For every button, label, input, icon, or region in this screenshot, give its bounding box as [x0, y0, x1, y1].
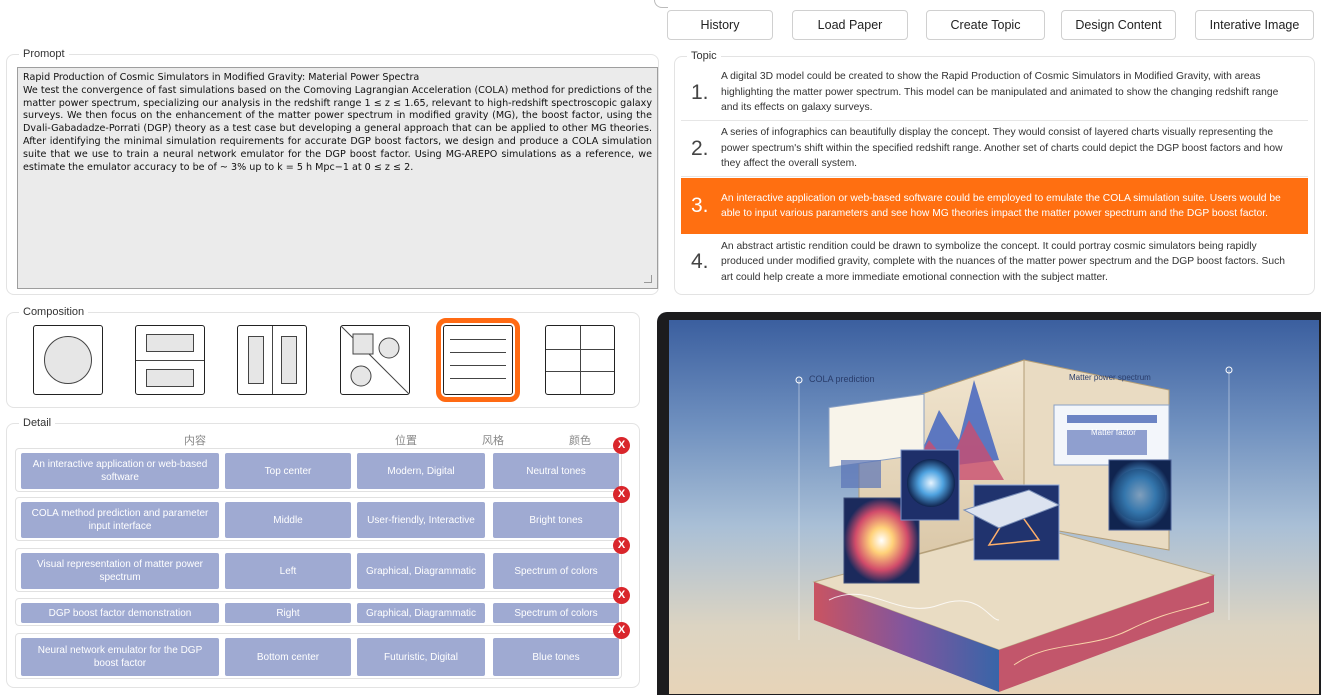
generated-image-panel: COLA prediction Matter power spectrum Ma…: [657, 312, 1321, 695]
composition-grid[interactable]: [545, 325, 615, 395]
cell-content[interactable]: Neural network emulator for the DGP boos…: [21, 638, 219, 676]
toolbar: History Load Paper Create Topic Design C…: [657, 0, 1321, 46]
topic-item-2[interactable]: 2. A series of infographics can beautifu…: [681, 121, 1308, 177]
rect-shape: [146, 369, 194, 387]
interactive-image-button[interactable]: Interative Image: [1195, 10, 1314, 40]
cell-color[interactable]: Neutral tones: [493, 453, 619, 489]
row-line: [450, 378, 506, 379]
resize-handle-icon[interactable]: [644, 275, 652, 283]
composition-legend: Composition: [19, 305, 89, 319]
cell-color[interactable]: Bright tones: [493, 502, 619, 538]
delete-row-button[interactable]: X: [613, 486, 630, 503]
cell-style[interactable]: User-friendly, Interactive: [357, 502, 485, 538]
cell-style[interactable]: Modern, Digital: [357, 453, 485, 489]
image-label-matter: Matter power spectrum: [1069, 373, 1151, 382]
topic-text: A series of infographics can beautifully…: [721, 127, 1283, 170]
cell-content[interactable]: DGP boost factor demonstration: [21, 603, 219, 623]
cell-color[interactable]: Blue tones: [493, 638, 619, 676]
composition-stacked-rows[interactable]: [436, 318, 520, 402]
detail-row: Visual representation of matter power sp…: [15, 537, 630, 592]
composition-panel: Composition: [6, 305, 640, 408]
row-line: [450, 339, 506, 340]
cell-style[interactable]: Graphical, Diagrammatic: [357, 553, 485, 589]
create-topic-button[interactable]: Create Topic: [926, 10, 1045, 40]
topic-number: 3.: [691, 194, 709, 218]
detail-row: An interactive application or web-based …: [15, 437, 630, 492]
divider-line: [136, 360, 204, 361]
cell-position[interactable]: Middle: [225, 502, 351, 538]
circle-shape: [44, 336, 92, 384]
topic-number: 4.: [691, 250, 709, 274]
topic-text: A digital 3D model could be created to s…: [721, 71, 1279, 114]
cell-style[interactable]: Futuristic, Digital: [357, 638, 485, 676]
header-position: 位置: [395, 435, 417, 447]
topic-item-1[interactable]: 1. A digital 3D model could be created t…: [681, 65, 1308, 121]
cell-color[interactable]: Spectrum of colors: [493, 603, 619, 623]
topic-legend: Topic: [687, 49, 721, 63]
row-line: [450, 365, 506, 366]
detail-legend: Detail: [19, 416, 56, 430]
image-label-boost: Matter factor: [1091, 428, 1136, 437]
load-paper-button[interactable]: Load Paper: [792, 10, 908, 40]
topic-number: 1.: [691, 80, 709, 104]
composition-two-rows[interactable]: [135, 325, 205, 395]
topic-panel: Topic 1. A digital 3D model could be cre…: [674, 49, 1315, 295]
cell-position[interactable]: Left: [225, 553, 351, 589]
cell-position[interactable]: Top center: [225, 453, 351, 489]
cell-content[interactable]: An interactive application or web-based …: [21, 453, 219, 489]
design-content-button[interactable]: Design Content: [1061, 10, 1176, 40]
topic-text: An interactive application or web-based …: [721, 192, 1281, 220]
diagonal-icon: [341, 326, 409, 394]
rect-shape: [146, 334, 194, 352]
cell-content[interactable]: COLA method prediction and parameter inp…: [21, 502, 219, 538]
detail-row: COLA method prediction and parameter inp…: [15, 486, 630, 541]
isometric-illustration: COLA prediction Matter power spectrum Ma…: [795, 359, 1233, 692]
header-content: 内容: [184, 435, 206, 447]
topic-number: 2.: [691, 136, 709, 160]
divider-line: [272, 326, 273, 394]
detail-row: DGP boost factor demonstration Right Gra…: [15, 587, 630, 626]
composition-diagonal-split[interactable]: [340, 325, 410, 395]
detail-row: Neural network emulator for the DGP boos…: [15, 622, 630, 679]
cell-content[interactable]: Visual representation of matter power sp…: [21, 553, 219, 589]
history-button[interactable]: History: [667, 10, 773, 40]
delete-row-button[interactable]: X: [613, 622, 630, 639]
topic-item-4[interactable]: 4. An abstract artistic rendition could …: [681, 234, 1308, 290]
image-label-cola: COLA prediction: [809, 374, 875, 384]
rect-shape: [281, 336, 297, 384]
rect-shape: [248, 336, 264, 384]
grid-line: [546, 349, 614, 350]
topic-item-3[interactable]: 3. An interactive application or web-bas…: [681, 178, 1308, 234]
cell-style[interactable]: Graphical, Diagrammatic: [357, 603, 485, 623]
header-style: 风格: [482, 435, 504, 447]
composition-two-columns[interactable]: [237, 325, 307, 395]
delete-row-button[interactable]: X: [613, 537, 630, 554]
cell-color[interactable]: Spectrum of colors: [493, 553, 619, 589]
prompt-legend: Promopt: [19, 47, 69, 61]
prompt-textarea[interactable]: Rapid Production of Cosmic Simulators in…: [17, 67, 658, 289]
delete-row-button[interactable]: X: [613, 437, 630, 454]
cell-position[interactable]: Bottom center: [225, 638, 351, 676]
topic-text: An abstract artistic rendition could be …: [721, 240, 1285, 283]
prompt-panel: Promopt Rapid Production of Cosmic Simul…: [6, 47, 659, 295]
generated-image[interactable]: COLA prediction Matter power spectrum Ma…: [669, 320, 1319, 694]
delete-row-button[interactable]: X: [613, 587, 630, 604]
row-line: [450, 352, 506, 353]
detail-panel: Detail 内容 位置 风格 颜色 An interactive applic…: [6, 416, 640, 688]
grid-line: [580, 326, 581, 394]
grid-line: [546, 371, 614, 372]
cell-position[interactable]: Right: [225, 603, 351, 623]
composition-single-circle[interactable]: [33, 325, 103, 395]
header-color: 颜色: [569, 435, 591, 447]
